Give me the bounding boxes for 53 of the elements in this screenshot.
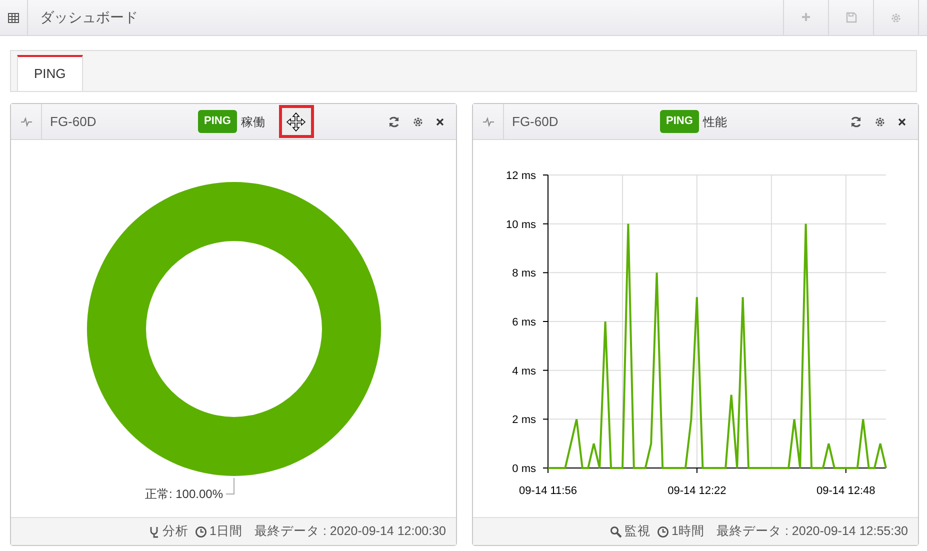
action-link[interactable]: 監視 — [610, 522, 651, 541]
close-button[interactable] — [436, 118, 444, 126]
x-tick-label: 09-14 12:22 — [668, 485, 726, 497]
leader-line — [226, 478, 234, 494]
close-icon — [436, 118, 444, 126]
stethoscope-icon — [148, 526, 160, 538]
device-name: FG-60D — [511, 112, 560, 131]
settings-icon — [874, 116, 886, 128]
x-tick-label: 09-14 12:48 — [816, 485, 876, 497]
settings-button[interactable] — [412, 116, 424, 128]
y-tick-label: 12 ms — [506, 170, 536, 182]
refresh-button[interactable] — [388, 116, 400, 128]
x-tick-label: 09-14 11:56 — [519, 485, 577, 497]
y-tick-label: 6 ms — [512, 316, 536, 328]
refresh-button[interactable] — [850, 116, 862, 128]
y-tick-label: 2 ms — [512, 414, 536, 426]
plus-icon — [800, 12, 812, 23]
settings-icon — [890, 12, 902, 24]
save-icon — [846, 12, 856, 23]
action-label: 分析 — [162, 523, 189, 540]
refresh-icon — [850, 116, 862, 128]
clock-icon — [656, 526, 669, 538]
y-tick-label: 10 ms — [506, 218, 536, 231]
close-icon — [898, 118, 906, 126]
y-tick-label: 4 ms — [512, 365, 536, 378]
y-tick-label: 8 ms — [512, 268, 536, 280]
period-label: 1時間 — [672, 523, 704, 540]
search-icon — [610, 526, 622, 538]
data-label: 正常: 100.00% — [144, 487, 223, 501]
settings-icon — [412, 116, 424, 128]
device-name: FG-60D — [49, 112, 98, 131]
grid-icon[interactable] — [8, 12, 19, 22]
move-arrows-icon — [286, 112, 306, 132]
y-tick-label: 0 ms — [512, 463, 536, 475]
pulse-icon — [482, 116, 494, 126]
ping-badge: PING — [198, 110, 237, 133]
last-data-text: 最終データ : 2020-09-14 12:00:30 — [254, 523, 446, 540]
action-label: 監視 — [624, 523, 651, 540]
ping-badge: PING — [660, 110, 699, 133]
pulse-icon — [20, 116, 32, 126]
widget-title: 性能 — [702, 114, 727, 130]
period-link[interactable]: 1日間 — [194, 522, 242, 541]
period-link[interactable]: 1時間 — [656, 522, 704, 541]
widget-title: 稼働 — [240, 114, 265, 130]
tab[interactable]: PING — [17, 55, 83, 91]
period-label: 1日間 — [210, 523, 242, 540]
refresh-icon — [388, 116, 400, 128]
last-data-text: 最終データ : 2020-09-14 12:55:30 — [716, 523, 908, 540]
clock-icon — [194, 526, 207, 538]
action-link[interactable]: 分析 — [148, 522, 189, 541]
toolbar-title: ダッシュボード — [39, 8, 139, 27]
settings-button[interactable] — [874, 116, 886, 128]
close-button[interactable] — [898, 118, 906, 126]
